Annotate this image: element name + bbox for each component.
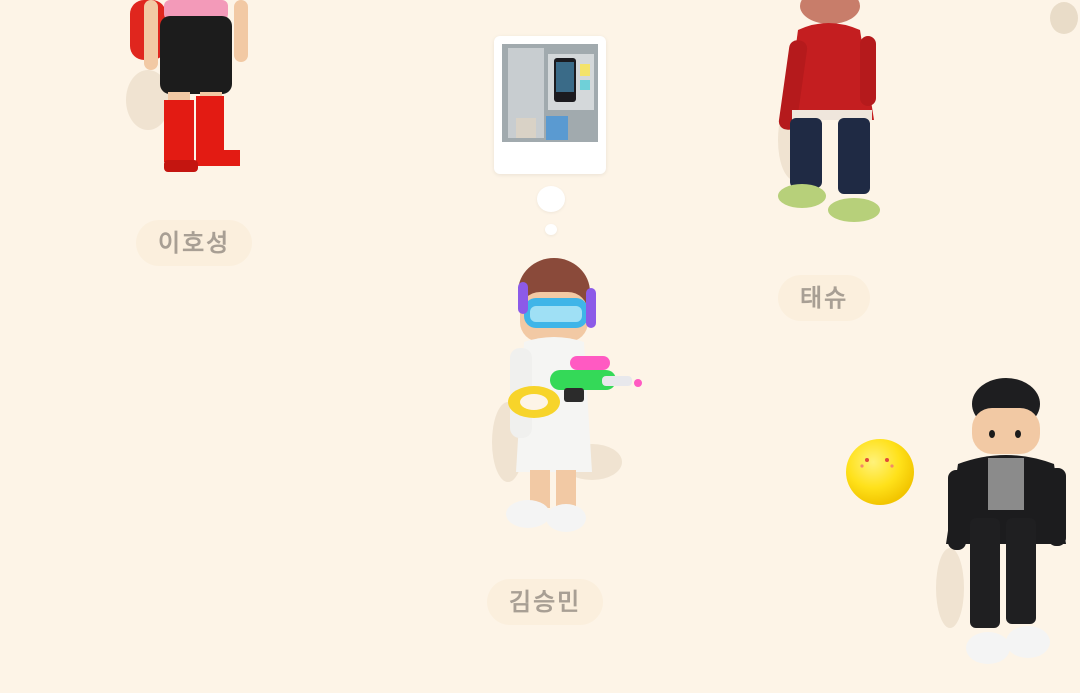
shared-photo[interactable] <box>502 44 598 142</box>
game-scene: 이호성 태슈 김승민 <box>0 0 1080 693</box>
thought-dot-large <box>537 186 565 212</box>
thought-dot-small <box>545 224 557 235</box>
player-avatar-1[interactable] <box>108 0 268 180</box>
player-avatar-offscreen[interactable] <box>1044 0 1080 40</box>
player-name-tag: 김승민 <box>487 579 604 625</box>
yellow-emoji-icon[interactable] <box>844 436 916 508</box>
player-avatar-2[interactable] <box>770 0 890 230</box>
thought-bubble-card[interactable] <box>494 36 606 174</box>
player-name-tag: 이호성 <box>136 220 253 266</box>
player-avatar-self[interactable] <box>490 252 650 542</box>
player-name-tag: 태슈 <box>778 275 871 321</box>
player-avatar-3[interactable] <box>936 378 1076 678</box>
